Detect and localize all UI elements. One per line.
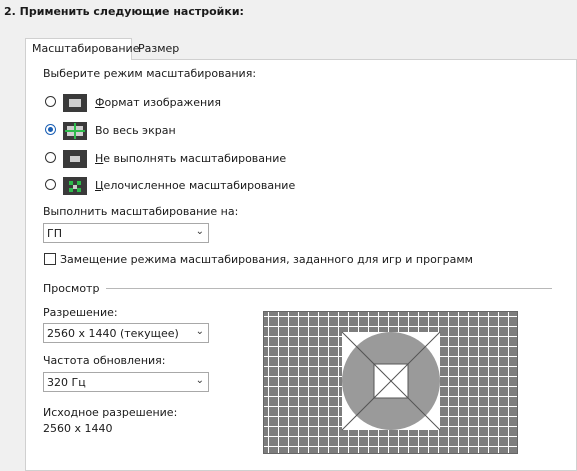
- preview-pattern: [341, 331, 441, 431]
- radio-button-aspect[interactable]: [45, 96, 56, 107]
- tab-size[interactable]: Размер: [132, 41, 202, 59]
- fullscreen-icon: [63, 122, 87, 140]
- radio-option-aspect[interactable]: Формат изображения: [45, 94, 245, 114]
- integer-scaling-icon: [63, 177, 87, 195]
- native-resolution-label: Исходное разрешение:: [43, 406, 178, 419]
- preview-divider: [106, 288, 552, 289]
- chevron-down-icon: ⌄: [195, 226, 204, 237]
- radio-button-fullscreen[interactable]: [45, 124, 56, 135]
- override-label[interactable]: Замещение режима масштабирования, заданн…: [60, 253, 473, 266]
- radio-label-no-scaling: Не выполнять масштабирование: [95, 152, 287, 165]
- resolution-select[interactable]: 2560 x 1440 (текущее) ⌄: [43, 323, 209, 343]
- radio-label-integer: Целочисленное масштабирование: [95, 179, 296, 192]
- radio-button-integer[interactable]: [45, 179, 56, 190]
- radio-label-fullscreen: Во весь экран: [95, 124, 176, 137]
- scaling-panel: Выберите режим масштабирования: Формат и…: [25, 59, 577, 471]
- refresh-value: 320 Гц: [47, 376, 86, 389]
- radio-option-fullscreen[interactable]: Во весь экран: [45, 122, 245, 142]
- refresh-select[interactable]: 320 Гц ⌄: [43, 372, 209, 392]
- chevron-down-icon: ⌄: [195, 326, 204, 337]
- scaling-mode-prompt: Выберите режим масштабирования:: [43, 67, 257, 80]
- native-resolution-value: 2560 x 1440: [43, 422, 113, 435]
- no-scaling-icon: [63, 150, 87, 168]
- perform-on-select[interactable]: ГП ⌄: [43, 223, 209, 243]
- radio-label-aspect: Формат изображения: [95, 96, 222, 109]
- resolution-label: Разрешение:: [43, 306, 118, 319]
- perform-on-label: Выполнить масштабирование на:: [43, 205, 239, 218]
- refresh-label: Частота обновления:: [43, 354, 166, 367]
- perform-on-value: ГП: [47, 227, 62, 240]
- resolution-value: 2560 x 1440 (текущее): [47, 327, 179, 340]
- radio-button-no-scaling[interactable]: [45, 152, 56, 163]
- aspect-ratio-icon: [63, 94, 87, 112]
- scaling-preview: [263, 311, 518, 454]
- override-checkbox[interactable]: [44, 253, 56, 265]
- step-title: 2. Применить следующие настройки:: [4, 5, 244, 18]
- tab-scaling[interactable]: Масштабирование: [25, 38, 139, 60]
- chevron-down-icon: ⌄: [195, 375, 204, 386]
- radio-option-no-scaling[interactable]: Не выполнять масштабирование: [45, 150, 286, 170]
- preview-section-label: Просмотр: [43, 282, 100, 295]
- radio-option-integer[interactable]: Целочисленное масштабирование: [45, 177, 295, 197]
